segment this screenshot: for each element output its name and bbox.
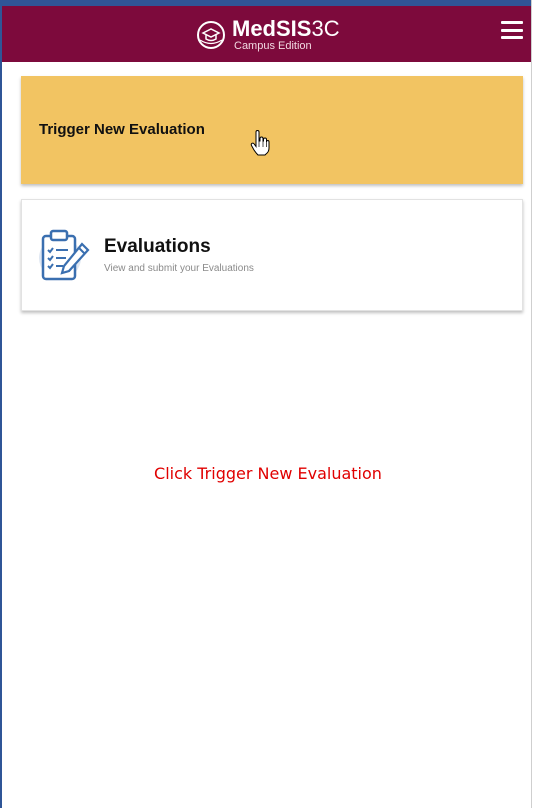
instruction-caption: Click Trigger New Evaluation [154, 464, 382, 483]
clipboard-checklist-icon [39, 229, 90, 281]
trigger-new-evaluation-label: Trigger New Evaluation [39, 121, 205, 138]
app-frame: MedSIS3C Campus Edition Trigger New Eval… [0, 0, 532, 808]
hand-pointer-cursor-icon [250, 130, 270, 156]
medsis-logo[interactable]: MedSIS3C Campus Edition [196, 14, 340, 56]
hamburger-menu-icon[interactable] [501, 21, 523, 39]
graduation-cap-logo-icon [197, 21, 225, 49]
logo-title-bold: MedSIS [232, 16, 312, 41]
logo-title-suffix: 3C [311, 16, 340, 41]
logo-subtitle: Campus Edition [234, 40, 312, 52]
logo-title: MedSIS3C [232, 18, 340, 40]
trigger-new-evaluation-card[interactable]: Trigger New Evaluation [21, 76, 523, 184]
evaluations-subtitle: View and submit your Evaluations [104, 263, 254, 274]
evaluations-title: Evaluations [104, 236, 211, 257]
top-bar: MedSIS3C Campus Edition [2, 0, 531, 62]
evaluations-card[interactable]: Evaluations View and submit your Evaluat… [21, 199, 523, 311]
